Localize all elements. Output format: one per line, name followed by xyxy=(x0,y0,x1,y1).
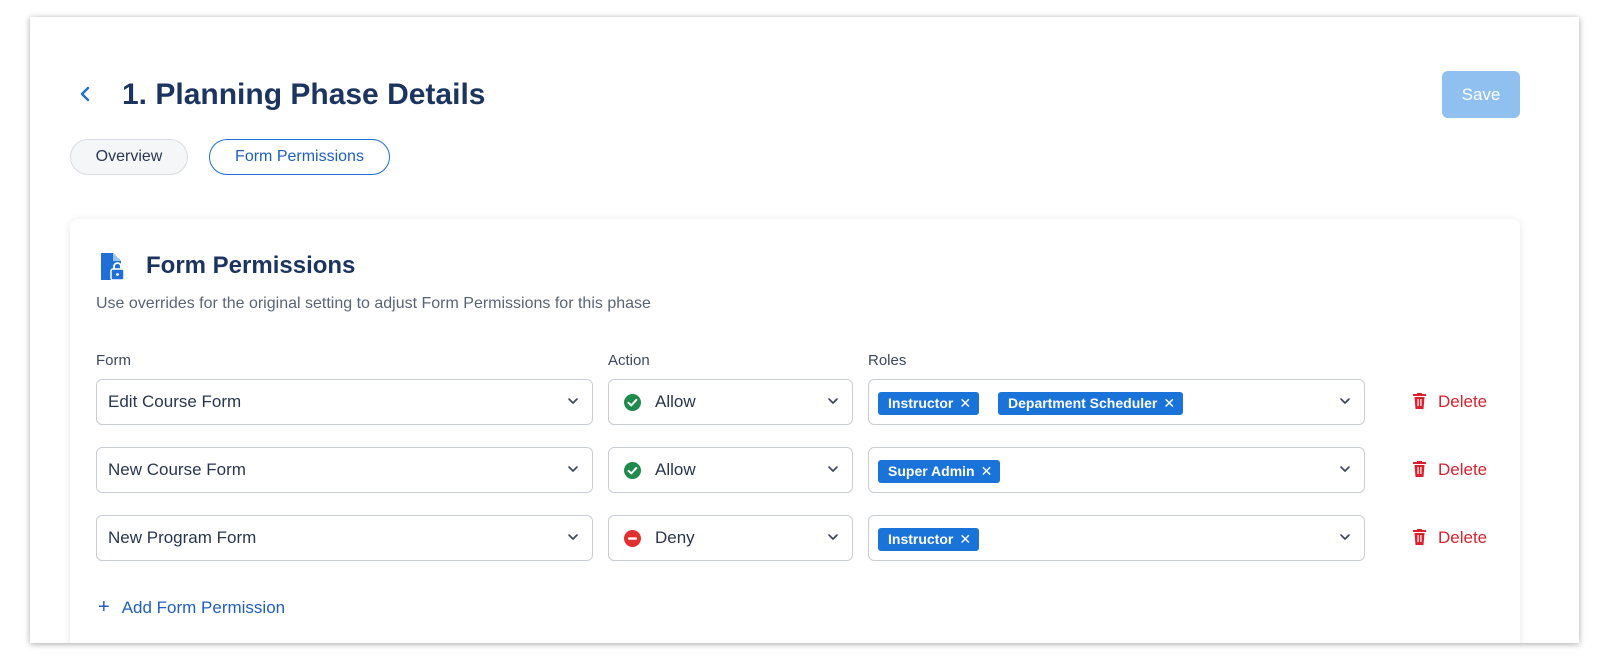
action-select-value: Allow xyxy=(655,460,696,479)
page-title: 1. Planning Phase Details xyxy=(122,78,486,111)
action-select[interactable]: Allow xyxy=(608,379,853,425)
trash-icon xyxy=(1413,461,1426,477)
delete-button[interactable]: Delete xyxy=(1413,447,1487,493)
role-tag-label: Department Scheduler xyxy=(1008,395,1158,411)
plus-icon: + xyxy=(98,596,110,618)
delete-label: Delete xyxy=(1438,392,1488,411)
chevron-down-icon xyxy=(568,534,578,540)
form-select-value: New Program Form xyxy=(108,528,257,547)
add-form-permission-label: Add Form Permission xyxy=(121,598,286,617)
chevron-down-icon xyxy=(568,466,578,472)
permission-row: New Program Form Deny Instructor ✕ Delete xyxy=(70,515,1520,563)
chevron-down-icon xyxy=(828,398,838,404)
delete-button[interactable]: Delete xyxy=(1413,379,1487,425)
action-select[interactable]: Deny xyxy=(608,515,853,561)
chevron-down-icon xyxy=(568,398,578,404)
save-button[interactable]: Save xyxy=(1442,71,1520,118)
check-circle-icon xyxy=(624,462,641,479)
close-icon[interactable]: ✕ xyxy=(981,463,993,479)
role-tag: Super Admin ✕ xyxy=(878,460,1001,483)
back-chevron-icon[interactable] xyxy=(78,77,98,111)
close-icon[interactable]: ✕ xyxy=(959,395,971,411)
column-header-form: Form xyxy=(96,352,131,369)
action-select-value: Allow xyxy=(655,392,696,411)
column-header-roles: Roles xyxy=(868,352,907,369)
app-window: 1. Planning Phase Details Save Overview … xyxy=(30,17,1579,643)
chevron-down-icon xyxy=(1340,398,1350,404)
action-select[interactable]: Allow xyxy=(608,447,853,493)
role-tag-label: Instructor xyxy=(888,395,954,411)
form-select[interactable]: New Course Form xyxy=(96,447,593,493)
delete-label: Delete xyxy=(1438,460,1488,479)
column-header-action: Action xyxy=(608,352,650,369)
role-tag: Instructor ✕ xyxy=(878,528,980,551)
form-select-value: New Course Form xyxy=(108,460,246,479)
trash-icon xyxy=(1413,393,1426,409)
file-lock-icon xyxy=(98,251,128,283)
permission-row: New Course Form Allow Super Admin ✕ Delet… xyxy=(70,447,1520,495)
form-select[interactable]: New Program Form xyxy=(96,515,593,561)
permission-row: Edit Course Form Allow Instructor ✕ Depar… xyxy=(70,379,1520,427)
card-description: Use overrides for the original setting t… xyxy=(96,295,651,312)
card-title: Form Permissions xyxy=(146,252,356,279)
chevron-down-icon xyxy=(828,466,838,472)
chevron-down-icon xyxy=(1340,466,1350,472)
role-tag-label: Instructor xyxy=(888,531,954,547)
roles-multiselect[interactable]: Super Admin ✕ xyxy=(868,447,1365,493)
tab-form-permissions[interactable]: Form Permissions xyxy=(209,139,390,175)
role-tag: Instructor ✕ xyxy=(878,392,980,415)
tab-overview[interactable]: Overview xyxy=(70,139,188,175)
roles-multiselect[interactable]: Instructor ✕ Department Scheduler ✕ xyxy=(868,379,1365,425)
add-form-permission-button[interactable]: + Add Form Permission xyxy=(98,595,285,620)
delete-label: Delete xyxy=(1438,528,1488,547)
close-icon[interactable]: ✕ xyxy=(959,531,971,547)
minus-circle-icon xyxy=(624,530,641,547)
roles-multiselect[interactable]: Instructor ✕ xyxy=(868,515,1365,561)
check-circle-icon xyxy=(624,394,641,411)
form-select[interactable]: Edit Course Form xyxy=(96,379,593,425)
close-icon[interactable]: ✕ xyxy=(1163,395,1175,411)
trash-icon xyxy=(1413,529,1426,545)
form-select-value: Edit Course Form xyxy=(108,392,242,411)
action-select-value: Deny xyxy=(655,528,695,547)
form-permissions-card: Form Permissions Use overrides for the o… xyxy=(70,219,1520,643)
role-tag-label: Super Admin xyxy=(888,463,975,479)
delete-button[interactable]: Delete xyxy=(1413,515,1487,561)
chevron-down-icon xyxy=(828,534,838,540)
chevron-down-icon xyxy=(1340,534,1350,540)
role-tag: Department Scheduler ✕ xyxy=(998,392,1184,415)
